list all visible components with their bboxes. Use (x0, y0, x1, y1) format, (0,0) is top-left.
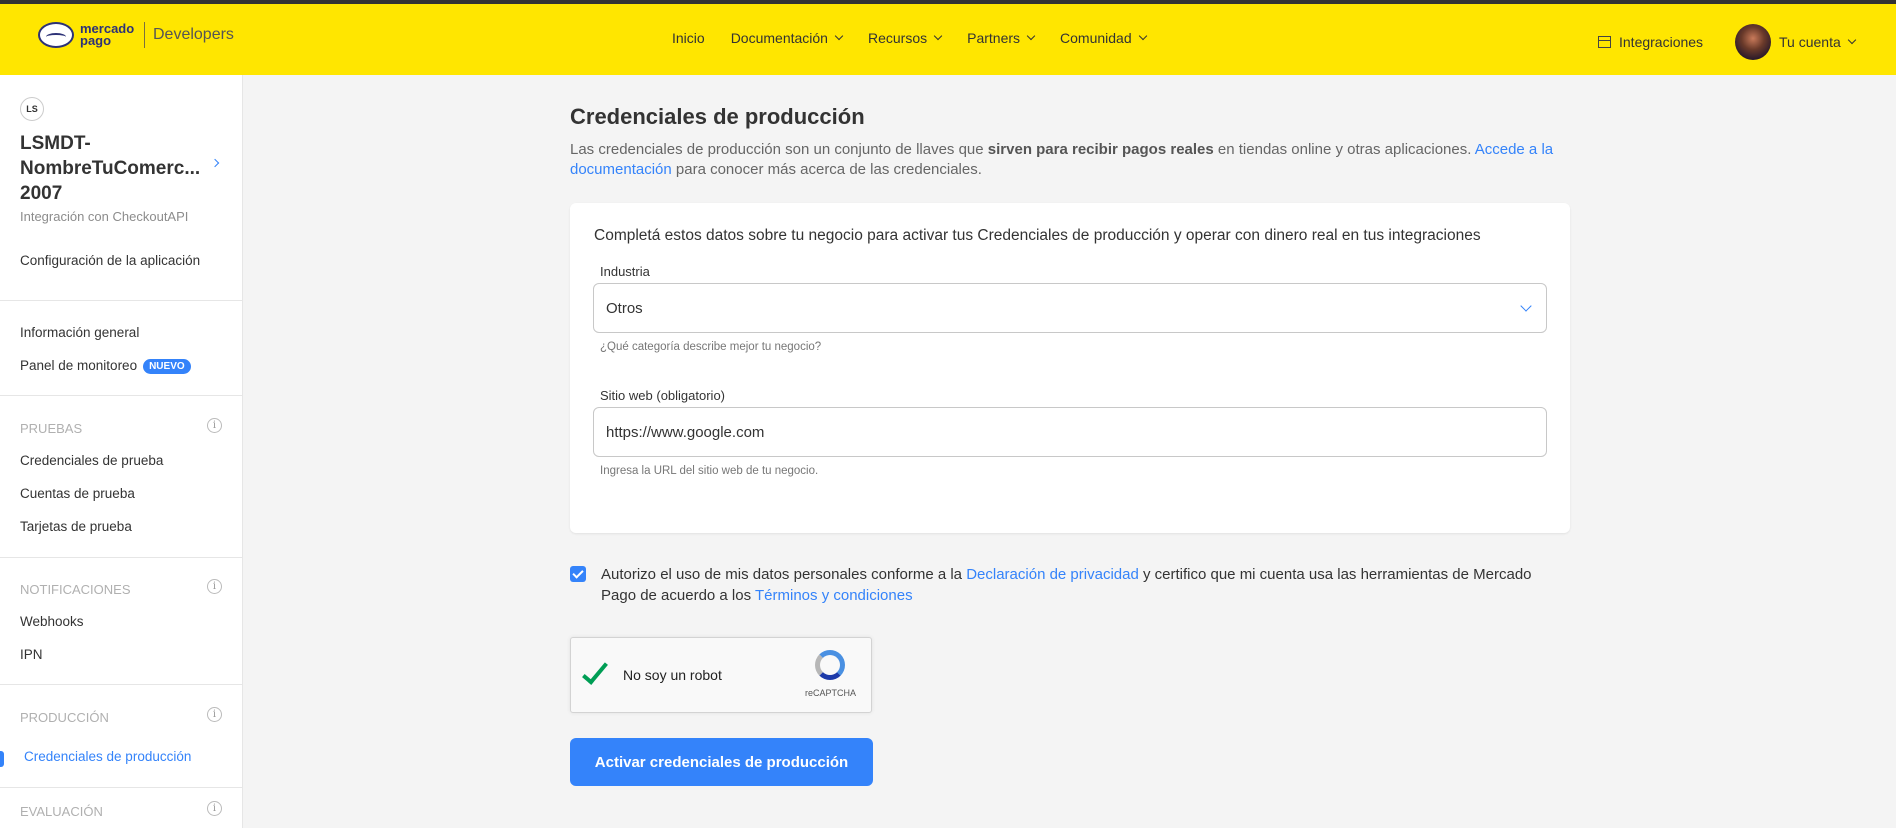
page-title: Credenciales de producción (570, 104, 865, 129)
nav-label: Recursos (867, 30, 928, 46)
nav-label: Partners (967, 30, 1021, 46)
nav-comunidad[interactable]: Comunidad (1060, 30, 1147, 46)
logo-text: mercado pago (80, 21, 135, 48)
active-indicator (0, 751, 4, 767)
section-title-produccion: PRODUCCIÓN (20, 710, 109, 725)
divider (0, 300, 243, 301)
chevron-down-icon (1520, 300, 1532, 312)
industry-value: Otros (606, 299, 643, 317)
desc-text: Las credenciales de producción son un co… (570, 141, 988, 158)
integrations-icon (1598, 36, 1611, 48)
nav-documentacion[interactable]: Documentación (730, 30, 844, 46)
terms-link[interactable]: Términos y condiciones (755, 587, 913, 604)
consent-text: Autorizo el uso de mis datos personales … (601, 564, 1561, 606)
app-initials-badge: LS (20, 97, 44, 121)
section-title-pruebas: PRUEBAS (20, 421, 83, 436)
chevron-right-icon[interactable] (210, 158, 220, 168)
website-input[interactable]: https://www.google.com (593, 407, 1547, 457)
nav-partners[interactable]: Partners (967, 30, 1036, 46)
desc-text: para conocer más acerca de las credencia… (671, 161, 982, 178)
sidebar-item-ipn[interactable]: IPN (20, 647, 43, 662)
recaptcha-widget[interactable]: No soy un robot reCAPTCHA (570, 637, 872, 713)
sidebar-item-monitor-panel[interactable]: Panel de monitoreo NUEVO (20, 358, 191, 374)
website-value: https://www.google.com (606, 423, 765, 441)
handshake-logo-icon (38, 22, 74, 48)
sidebar-item-label: Panel de monitoreo (20, 358, 138, 373)
nav-label: Documentación (730, 30, 828, 46)
chevron-down-icon (1138, 31, 1147, 41)
industry-label: Industria (600, 264, 650, 279)
chevron-down-icon (1847, 35, 1856, 45)
info-icon[interactable]: i (207, 801, 222, 816)
recaptcha-brand: reCAPTCHA (805, 688, 857, 698)
sidebar-item-test-credentials[interactable]: Credenciales de prueba (20, 453, 163, 468)
account-menu[interactable]: Tu cuenta (1735, 24, 1856, 60)
website-label: Sitio web (obligatorio) (600, 388, 726, 403)
integrations-link[interactable]: Integraciones (1598, 34, 1703, 50)
section-title-notificaciones: NOTIFICACIONES (20, 582, 131, 597)
activate-credentials-button[interactable]: Activar credenciales de producción (570, 738, 873, 786)
privacy-link[interactable]: Declaración de privacidad (966, 566, 1139, 583)
logo-separator (144, 22, 145, 48)
account-label: Tu cuenta (1779, 34, 1841, 50)
mercadopago-logo[interactable]: mercado pago Developers (38, 22, 234, 48)
info-icon[interactable]: i (207, 707, 222, 722)
industry-help: ¿Qué categoría describe mejor tu negocio… (600, 341, 822, 353)
nav-inicio[interactable]: Inicio (672, 30, 705, 46)
new-badge: NUEVO (143, 358, 191, 374)
avatar (1735, 24, 1771, 60)
app-name[interactable]: LSMDT-NombreTuComerc... 2007 (20, 131, 200, 206)
nav-label: Inicio (672, 30, 705, 46)
business-form-card: Completá estos datos sobre tu negocio pa… (570, 203, 1570, 533)
sidebar-item-webhooks[interactable]: Webhooks (20, 614, 84, 629)
chevron-down-icon (1026, 31, 1036, 41)
sidebar: LS LSMDT-NombreTuComerc... 2007 Integrac… (0, 75, 243, 828)
industry-select[interactable]: Otros (593, 283, 1547, 333)
sidebar-item-config[interactable]: Configuración de la aplicación (20, 253, 200, 268)
consent-checkbox[interactable] (570, 566, 586, 582)
card-intro: Completá estos datos sobre tu negocio pa… (594, 227, 1481, 244)
sidebar-item-prod-credentials[interactable]: Credenciales de producción (24, 749, 191, 764)
site-header: mercado pago Developers Inicio Documenta… (0, 4, 1896, 75)
sidebar-item-test-cards[interactable]: Tarjetas de prueba (20, 519, 132, 534)
chevron-down-icon (933, 31, 943, 41)
sidebar-item-general-info[interactable]: Información general (20, 325, 139, 340)
integrations-label: Integraciones (1619, 34, 1704, 50)
website-help: Ingresa la URL del sitio web de tu negoc… (600, 465, 819, 477)
nav-recursos[interactable]: Recursos (867, 30, 943, 46)
info-icon[interactable]: i (207, 418, 222, 433)
logo-developers: Developers (153, 26, 234, 43)
app-subtitle: Integración con CheckoutAPI (20, 209, 189, 224)
section-title-evaluacion: EVALUACIÓN (20, 804, 103, 819)
divider (0, 395, 243, 396)
divider (0, 557, 243, 558)
info-icon[interactable]: i (207, 579, 222, 594)
consent-text-part: Autorizo el uso de mis datos personales … (601, 566, 967, 583)
chevron-down-icon (834, 31, 844, 41)
desc-text: en tiendas online y otras aplicaciones. (1213, 141, 1475, 158)
recaptcha-label: No soy un robot (623, 667, 722, 683)
check-icon (582, 657, 608, 685)
sidebar-item-test-accounts[interactable]: Cuentas de prueba (20, 486, 135, 501)
recaptcha-logo-icon (815, 650, 845, 680)
divider (0, 684, 243, 685)
main-nav: Inicio Documentación Recursos Partners C… (672, 30, 1147, 46)
nav-label: Comunidad (1060, 30, 1132, 46)
divider (0, 787, 243, 788)
page-description: Las credenciales de producción son un co… (570, 140, 1570, 180)
desc-bold: sirven para recibir pagos reales (987, 141, 1214, 158)
